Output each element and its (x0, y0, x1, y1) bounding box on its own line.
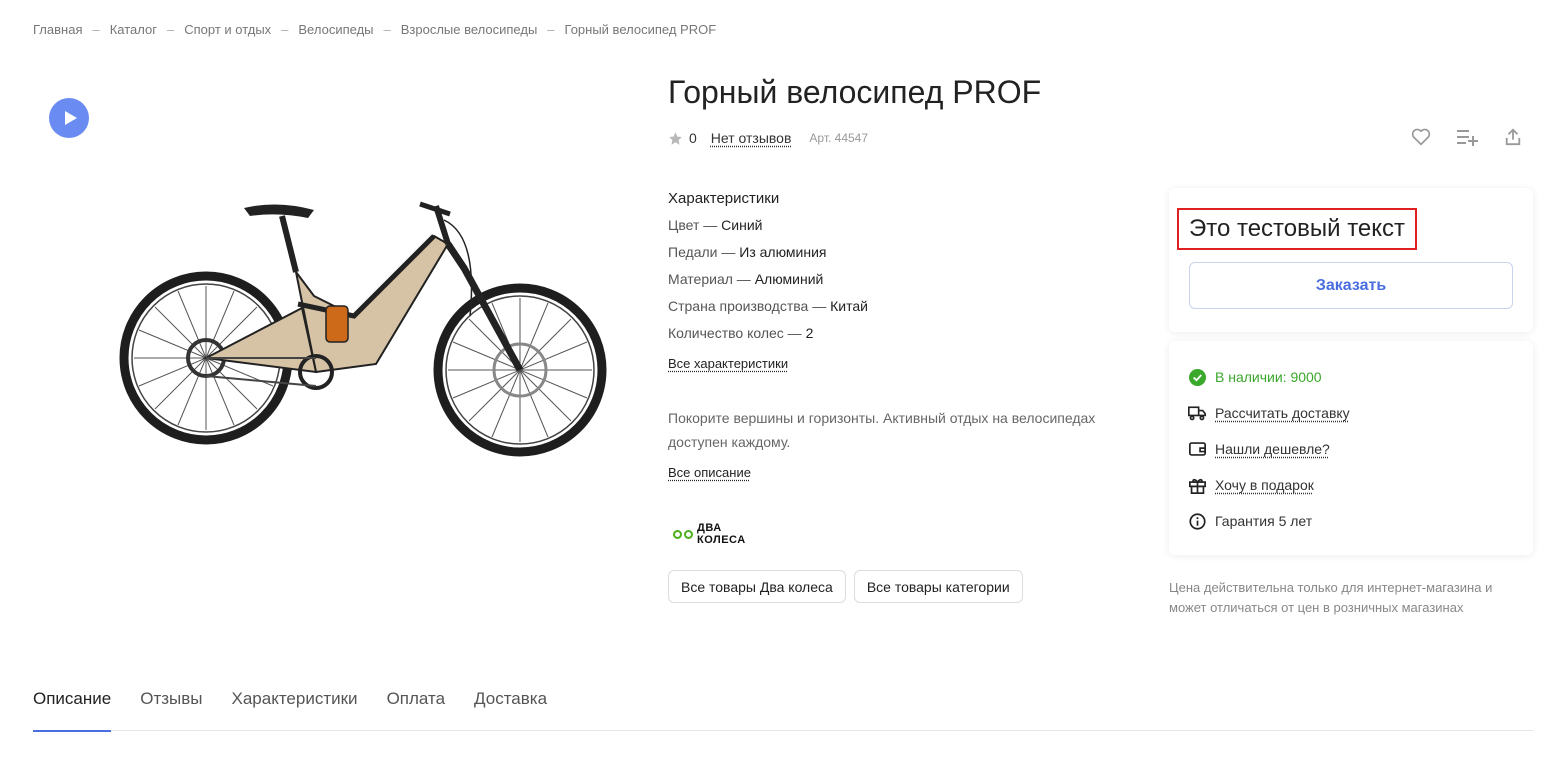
spec-label: Страна производства — (668, 298, 831, 314)
breadcrumb-separator: – (547, 22, 555, 37)
buy-card: Это тестовый текст Заказать (1169, 188, 1533, 332)
info-icon (1188, 512, 1206, 530)
all-description-link[interactable]: Все описание (668, 465, 751, 480)
brand-logo-dots (673, 529, 693, 539)
specs-section: Характеристики Цвет — Синий Педали — Из … (668, 190, 868, 351)
favorite-icon[interactable] (1410, 126, 1432, 148)
stock-status: В наличии: 9000 (1188, 368, 1322, 386)
brand-logo-text: ДВА КОЛЕСА (697, 522, 746, 546)
spec-value: Из алюминия (739, 244, 827, 260)
warranty-row: Гарантия 5 лет (1188, 512, 1312, 530)
gift-icon (1188, 476, 1206, 494)
tab-description[interactable]: Описание (33, 686, 112, 732)
article-number: Арт. 44547 (809, 131, 869, 145)
product-description: Покорите вершины и горизонты. Активный о… (668, 410, 1096, 450)
tab-reviews[interactable]: Отзывы (140, 686, 202, 731)
product-actions (1410, 126, 1524, 148)
all-category-products-button[interactable]: Все товары категории (853, 570, 1023, 603)
tab-specifications[interactable]: Характеристики (232, 686, 358, 731)
found-cheaper-link[interactable]: Нашли дешевле? (1215, 441, 1330, 457)
product-meta: 0 Нет отзывов Арт. 44547 (668, 130, 868, 146)
spec-row-country: Страна производства — Китай (668, 297, 868, 324)
tab-payment[interactable]: Оплата (387, 686, 445, 731)
spec-value: Китай (830, 298, 868, 314)
spec-row-color: Цвет — Синий (668, 216, 868, 243)
spec-row-material: Материал — Алюминий (668, 270, 868, 297)
breadcrumb-separator: – (281, 22, 289, 37)
spec-value: 2 (805, 325, 814, 341)
stock-text: В наличии: 9000 (1215, 369, 1322, 385)
spec-label: Педали — (668, 244, 740, 260)
price-note: Цена действительна только для интернет-м… (1169, 580, 1493, 615)
spec-row-pedals: Педали — Из алюминия (668, 243, 868, 270)
product-tabs: Описание Отзывы Характеристики Оплата До… (33, 686, 1533, 732)
all-brand-products-button[interactable]: Все товары Два колеса (668, 570, 846, 603)
breadcrumb-bicycles[interactable]: Велосипеды (298, 22, 373, 37)
breadcrumb-catalog[interactable]: Каталог (110, 22, 157, 37)
spec-label: Материал — (668, 271, 755, 287)
calculate-delivery-link[interactable]: Рассчитать доставку (1215, 405, 1350, 421)
play-icon (64, 111, 77, 125)
product-title: Горный велосипед PROF (668, 74, 1042, 110)
breadcrumb-home[interactable]: Главная (33, 22, 82, 37)
spec-label: Цвет — (668, 217, 722, 233)
spec-value: Синий (721, 217, 763, 233)
breadcrumb-separator: – (383, 22, 391, 37)
play-video-button[interactable] (49, 98, 89, 138)
want-as-gift-link[interactable]: Хочу в подарок (1215, 477, 1314, 493)
warranty-text: Гарантия 5 лет (1215, 513, 1313, 529)
brand-logo[interactable]: ДВА КОЛЕСА (673, 522, 746, 546)
breadcrumb-separator: – (92, 22, 100, 37)
delivery-row[interactable]: Рассчитать доставку (1188, 404, 1350, 422)
spec-row-wheels: Количество колес — 2 (668, 324, 868, 351)
compare-icon[interactable] (1456, 126, 1478, 148)
rating-value: 0 (689, 130, 697, 146)
truck-icon (1188, 404, 1206, 422)
specs-title: Характеристики (668, 190, 780, 207)
tab-delivery[interactable]: Доставка (474, 686, 547, 731)
cheaper-row[interactable]: Нашли дешевле? (1188, 440, 1330, 458)
highlighted-test-text: Это тестовый текст (1177, 208, 1418, 250)
all-specs-link[interactable]: Все характеристики (668, 356, 788, 371)
spec-label: Количество колес — (668, 325, 806, 341)
share-icon[interactable] (1502, 126, 1524, 148)
breadcrumb-sport[interactable]: Спорт и отдых (184, 22, 271, 37)
check-circle-icon (1188, 368, 1206, 386)
related-links: Все товары Два колеса Все товары категор… (668, 570, 1023, 603)
spec-value: Алюминий (754, 271, 824, 287)
reviews-link[interactable]: Нет отзывов (711, 130, 792, 146)
star-icon (669, 131, 682, 145)
order-button[interactable]: Заказать (1189, 262, 1513, 309)
product-image[interactable] (118, 196, 618, 472)
breadcrumb: Главная – Каталог – Спорт и отдых – Вело… (33, 22, 716, 37)
breadcrumb-separator: – (166, 22, 175, 37)
info-card: В наличии: 9000 Рассчитать доставку Нашл… (1169, 341, 1533, 555)
breadcrumb-current: Горный велосипед PROF (564, 22, 717, 37)
wallet-icon (1188, 440, 1206, 458)
breadcrumb-adult-bicycles[interactable]: Взрослые велосипеды (401, 22, 538, 37)
gift-row[interactable]: Хочу в подарок (1188, 476, 1314, 494)
